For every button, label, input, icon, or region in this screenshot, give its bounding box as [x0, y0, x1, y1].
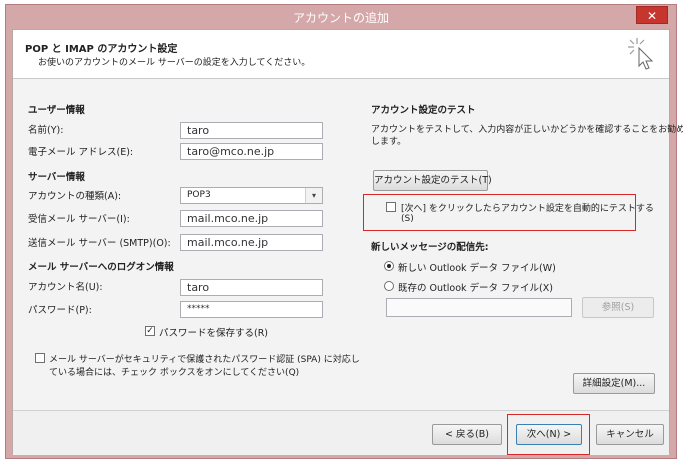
account-type-select[interactable]: POP3 ▾	[180, 187, 323, 204]
email-input[interactable]: taro@mco.ne.jp	[180, 143, 323, 160]
server-info-heading: サーバー情報	[28, 172, 85, 183]
data-file-path-input[interactable]	[386, 298, 572, 317]
dialog-body: POP と IMAP のアカウント設定 お使いのアカウントのメール サーバーの設…	[12, 29, 683, 455]
test-description-line1: アカウントをテストして、入力内容が正しいかどうかを確認することをお勧め	[371, 125, 683, 135]
next-button[interactable]: 次へ(N) >	[516, 424, 582, 445]
incoming-server-label: 受信メール サーバー(I):	[28, 214, 130, 225]
page-subtitle: お使いのアカウントのメール サーバーの設定を入力してください。	[38, 58, 311, 68]
title-bar[interactable]: アカウントの追加 ✕	[6, 5, 676, 29]
back-button[interactable]: < 戻る(B)	[432, 424, 502, 445]
chevron-down-icon[interactable]: ▾	[305, 188, 322, 203]
button-bar: < 戻る(B) 次へ(N) > キャンセル	[13, 410, 669, 455]
wizard-header: POP と IMAP のアカウント設定 お使いのアカウントのメール サーバーの設…	[13, 30, 669, 79]
email-label: 電子メール アドレス(E):	[28, 147, 134, 158]
dialog-window: アカウントの追加 ✕ POP と IMAP のアカウント設定 お使いのアカウント…	[5, 4, 683, 459]
incoming-server-input[interactable]: mail.mco.ne.jp	[180, 210, 323, 227]
test-heading: アカウント設定のテスト	[371, 105, 476, 116]
spa-label-line1[interactable]: メール サーバーがセキュリティで保護されたパスワード認証 (SPA) に対応し	[49, 352, 360, 365]
auto-test-checkbox[interactable]	[386, 202, 396, 212]
account-name-label: アカウント名(U):	[28, 282, 103, 293]
logon-heading: メール サーバーへのログオン情報	[28, 262, 174, 273]
more-settings-button[interactable]: 詳細設定(M)...	[573, 373, 655, 394]
password-input[interactable]: *****	[180, 301, 323, 318]
existing-data-file-radio[interactable]	[384, 281, 394, 291]
remember-password-label[interactable]: パスワードを保存する(R)	[159, 325, 268, 339]
account-type-label: アカウントの種類(A):	[28, 191, 122, 202]
delivery-heading: 新しいメッセージの配信先:	[371, 242, 489, 253]
account-name-input[interactable]: taro	[180, 279, 323, 296]
auto-test-label-line1[interactable]: [次へ] をクリックしたらアカウント設定を自動的にテストする	[401, 201, 654, 214]
name-input[interactable]: taro	[180, 122, 323, 139]
close-button[interactable]: ✕	[636, 6, 668, 24]
outgoing-server-input[interactable]: mail.mco.ne.jp	[180, 234, 323, 251]
user-info-heading: ユーザー情報	[28, 105, 85, 116]
test-description-line2: します。	[371, 137, 407, 147]
new-data-file-label[interactable]: 新しい Outlook データ ファイル(W)	[398, 260, 556, 274]
password-label: パスワード(P):	[28, 305, 92, 316]
existing-data-file-label[interactable]: 既存の Outlook データ ファイル(X)	[398, 280, 553, 294]
browse-button[interactable]: 参照(S)	[582, 297, 654, 318]
auto-test-label-line2[interactable]: (S)	[401, 214, 414, 224]
account-type-value: POP3	[187, 190, 211, 200]
name-label: 名前(Y):	[28, 125, 64, 136]
spa-label-line2[interactable]: ている場合には、チェック ボックスをオンにしてください(Q)	[49, 365, 299, 378]
wizard-cursor-icon	[628, 38, 654, 70]
remember-password-checkbox[interactable]: ✓	[145, 326, 155, 336]
outgoing-server-label: 送信メール サーバー (SMTP)(O):	[28, 238, 171, 249]
cancel-button[interactable]: キャンセル	[596, 424, 664, 445]
window-title: アカウントの追加	[292, 11, 389, 25]
new-data-file-radio[interactable]	[384, 261, 394, 271]
page-title: POP と IMAP のアカウント設定	[25, 44, 178, 55]
spa-checkbox[interactable]	[35, 353, 45, 363]
test-account-button[interactable]: アカウント設定のテスト(T)	[373, 170, 492, 191]
